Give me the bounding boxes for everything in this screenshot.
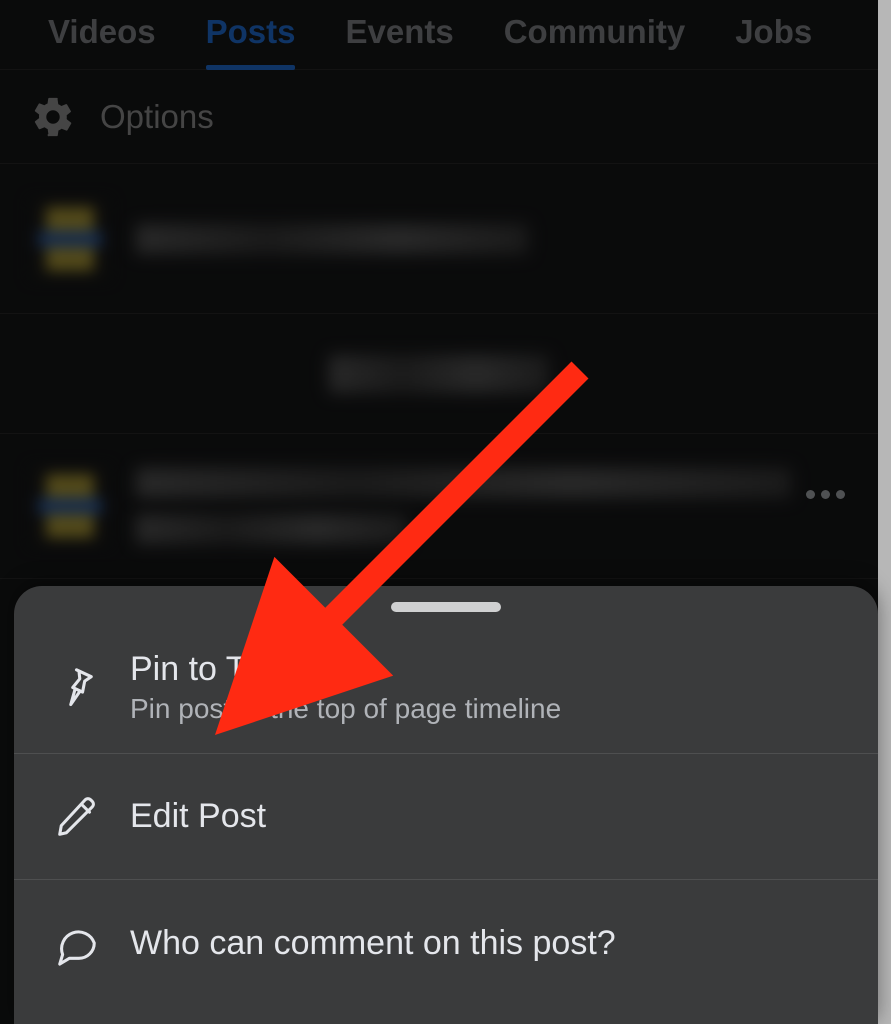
options-label: Options: [100, 98, 214, 136]
post-more-button[interactable]: [803, 482, 848, 499]
tab-community[interactable]: Community: [504, 13, 686, 69]
tab-jobs[interactable]: Jobs: [735, 13, 812, 69]
action-sheet: Pin to Top Pin post to the top of page t…: [14, 586, 878, 1024]
post-item: [0, 434, 878, 579]
post-redacted-text: [136, 468, 848, 544]
tab-events[interactable]: Events: [345, 13, 453, 69]
menu-who-can-comment[interactable]: Who can comment on this post?: [14, 880, 878, 1006]
pencil-icon: [54, 794, 100, 840]
post-redacted-text: [136, 224, 848, 254]
sheet-grabber[interactable]: [391, 602, 501, 612]
menu-edit-post[interactable]: Edit Post: [14, 754, 878, 880]
menu-pin-subtitle: Pin post to the top of page timeline: [130, 693, 561, 725]
comment-icon: [54, 920, 100, 966]
pin-icon: [54, 665, 100, 711]
screenshot-edge: [878, 0, 891, 1024]
redacted-center: [0, 314, 878, 434]
tab-videos[interactable]: Videos: [48, 13, 156, 69]
menu-pin-to-top[interactable]: Pin to Top Pin post to the top of page t…: [14, 622, 878, 754]
tab-posts[interactable]: Posts: [206, 13, 296, 69]
app-frame: Videos Posts Events Community Jobs Optio…: [0, 0, 878, 1024]
page-tabs: Videos Posts Events Community Jobs: [0, 0, 878, 70]
avatar: [30, 199, 110, 279]
menu-edit-title: Edit Post: [130, 797, 266, 836]
menu-pin-title: Pin to Top: [130, 650, 561, 689]
menu-comment-title: Who can comment on this post?: [130, 924, 616, 963]
avatar: [30, 466, 110, 546]
options-row[interactable]: Options: [0, 70, 878, 164]
post-item: [0, 164, 878, 314]
gear-icon: [30, 94, 76, 140]
